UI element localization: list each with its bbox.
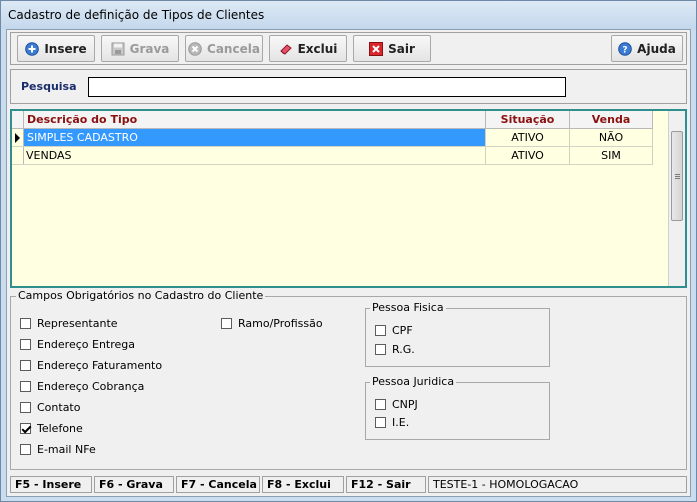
checkbox-endereco-cobranca[interactable]: Endereço Cobrança [20, 380, 144, 393]
plus-circle-icon [25, 41, 40, 56]
checkbox-endereco-faturamento[interactable]: Endereço Faturamento [20, 359, 162, 372]
window-title: Cadastro de definição de Tipos de Client… [8, 8, 265, 22]
shortcut-f12: F12 - Sair [346, 476, 426, 493]
shortcut-f7: F7 - Cancela [176, 476, 260, 493]
checkbox-ramo-profissao[interactable]: Ramo/Profissão [221, 317, 323, 330]
cancela-label: Cancela [207, 41, 260, 56]
header-indicator [12, 111, 24, 128]
checkbox-box[interactable] [221, 318, 232, 329]
checkbox-box[interactable] [375, 399, 386, 410]
toolbar: Insere Grava Cancela Exclui Sair ? Ajuda [10, 32, 687, 65]
checkbox-endereco-entrega[interactable]: Endereço Entrega [20, 338, 135, 351]
grid-scrollbar[interactable] [668, 111, 685, 286]
pessoa-juridica-title: Pessoa Juridica [370, 375, 457, 388]
column-header-situacao[interactable]: Situação [486, 111, 570, 129]
checkbox-box[interactable] [20, 360, 31, 371]
save-icon [111, 42, 125, 56]
checkbox-label: CNPJ [392, 398, 418, 411]
checkbox-label: Endereço Faturamento [37, 359, 163, 372]
cell-descricao[interactable]: SIMPLES CADASTRO [24, 129, 486, 146]
checkbox-box-checked[interactable] [20, 423, 31, 434]
help-icon: ? [618, 41, 632, 56]
grip-line [675, 178, 680, 179]
checkbox-label: Contato [37, 401, 81, 414]
checkbox-ie[interactable]: I.E. [375, 416, 409, 429]
checkbox-box[interactable] [375, 417, 386, 428]
tipos-grid: Descrição do Tipo Situação Venda SIMPLES… [10, 109, 687, 288]
row-indicator [12, 147, 24, 164]
cell-descricao[interactable]: VENDAS [24, 147, 486, 164]
pessoa-juridica-group: Pessoa Juridica CNPJ I.E. [365, 375, 550, 440]
ajuda-button[interactable]: ? Ajuda [611, 35, 683, 62]
insere-label: Insere [44, 41, 87, 56]
scrollbar-thumb[interactable] [671, 131, 683, 221]
checkbox-box[interactable] [375, 325, 386, 336]
checkbox-label: Telefone [37, 422, 83, 435]
sair-button[interactable]: Sair [353, 35, 431, 62]
table-row[interactable]: VENDAS ATIVO SIM [12, 147, 653, 165]
checkbox-label: Endereço Entrega [37, 338, 136, 351]
exclui-button[interactable]: Exclui [269, 35, 347, 62]
cell-situacao[interactable]: ATIVO [486, 147, 570, 164]
search-input[interactable] [88, 77, 566, 97]
pessoa-fisica-title: Pessoa Fisica [370, 301, 446, 314]
ajuda-label: Ajuda [637, 41, 676, 56]
main-window: Cadastro de definição de Tipos de Client… [0, 0, 697, 502]
grip-line [675, 174, 680, 175]
cancela-button[interactable]: Cancela [185, 35, 263, 62]
table-row[interactable]: SIMPLES CADASTRO ATIVO NÃO [12, 129, 653, 147]
cancel-circle-icon [188, 41, 202, 56]
checkbox-box[interactable] [375, 344, 386, 355]
shortcut-f8: F8 - Exclui [262, 476, 344, 493]
checkbox-representante[interactable]: Representante [20, 317, 118, 330]
checkbox-contato[interactable]: Contato [20, 401, 80, 414]
column-header-venda[interactable]: Venda [570, 111, 653, 129]
client-area: Insere Grava Cancela Exclui Sair ? Ajuda… [6, 29, 691, 497]
campos-group-title: Campos Obrigatórios no Cadastro do Clien… [16, 289, 266, 302]
checkbox-box[interactable] [20, 444, 31, 455]
checkbox-box[interactable] [20, 402, 31, 413]
insere-button[interactable]: Insere [17, 35, 95, 62]
sair-label: Sair [388, 41, 415, 56]
search-label: Pesquisa [21, 80, 77, 93]
checkbox-label: Ramo/Profissão [238, 317, 323, 330]
pessoa-fisica-group: Pessoa Fisica CPF R.G. [365, 301, 550, 367]
grava-label: Grava [129, 41, 170, 56]
grid-header: Descrição do Tipo Situação Venda [12, 111, 653, 129]
row-pointer-icon [15, 133, 20, 143]
grava-button[interactable]: Grava [101, 35, 179, 62]
column-header-descricao[interactable]: Descrição do Tipo [24, 111, 486, 129]
svg-text:?: ? [623, 45, 628, 55]
cell-situacao[interactable]: ATIVO [486, 129, 570, 146]
cell-venda[interactable]: SIM [570, 147, 653, 164]
search-panel: Pesquisa [10, 69, 687, 104]
title-bar[interactable]: Cadastro de definição de Tipos de Client… [1, 1, 696, 29]
checkbox-rg[interactable]: R.G. [375, 343, 415, 356]
row-indicator [12, 129, 24, 146]
checkbox-cpf[interactable]: CPF [375, 324, 413, 337]
checkbox-email-nfe[interactable]: E-mail NFe [20, 443, 96, 456]
eraser-icon [279, 42, 293, 56]
shortcut-f6: F6 - Grava [94, 476, 174, 493]
checkbox-label: CPF [392, 324, 413, 337]
checkbox-label: E-mail NFe [37, 443, 96, 456]
checkbox-label: Representante [37, 317, 118, 330]
checkbox-box[interactable] [20, 339, 31, 350]
checkbox-label: I.E. [392, 416, 410, 429]
checkbox-box[interactable] [20, 318, 31, 329]
checkbox-telefone[interactable]: Telefone [20, 422, 83, 435]
campos-obrigatorios-group: Campos Obrigatórios no Cadastro do Clien… [10, 289, 687, 470]
checkbox-cnpj[interactable]: CNPJ [375, 398, 418, 411]
checkbox-box[interactable] [20, 381, 31, 392]
status-bar: F5 - Insere F6 - Grava F7 - Cancela F8 -… [10, 476, 687, 493]
cell-venda[interactable]: NÃO [570, 129, 653, 146]
exclui-label: Exclui [297, 41, 338, 56]
checkbox-label: R.G. [392, 343, 415, 356]
checkbox-label: Endereço Cobrança [37, 380, 145, 393]
environment-info: TESTE-1 - HOMOLOGACAO [428, 476, 687, 493]
shortcut-f5: F5 - Insere [10, 476, 92, 493]
grip-line [675, 176, 680, 177]
close-icon [369, 41, 384, 56]
